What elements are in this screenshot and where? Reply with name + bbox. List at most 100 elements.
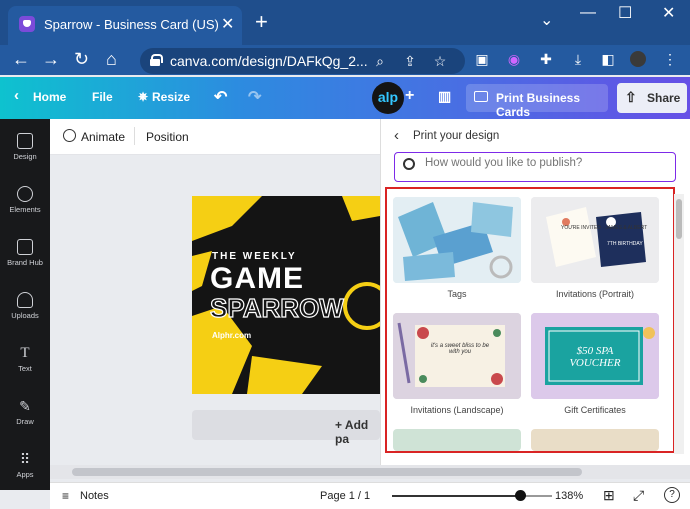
panel-scrollbar[interactable]	[674, 194, 684, 454]
bookmark-star-icon[interactable]: ☆	[432, 53, 448, 69]
maximize-icon[interactable]: ☐	[618, 3, 632, 23]
animate-icon	[63, 129, 76, 142]
page-indicator[interactable]: Page 1 / 1	[320, 490, 370, 502]
sidebar-item-uploads[interactable]: Uploads	[0, 292, 50, 320]
home-icon[interactable]: ⌂	[106, 49, 117, 70]
share-upload-icon: ⇧	[625, 89, 637, 105]
option-label-gift-certificates: Gift Certificates	[564, 405, 626, 415]
add-collaborator-icon[interactable]: +	[405, 87, 414, 105]
gift-voucher-text: $50 SPA VOUCHER	[569, 345, 621, 369]
insights-chart-icon[interactable]: ▥	[438, 88, 451, 105]
next-option-thumbnail[interactable]	[531, 429, 659, 451]
lock-icon	[150, 54, 163, 66]
canva-favicon-icon	[19, 16, 35, 32]
zoom-slider-track[interactable]	[392, 490, 552, 501]
print-design-panel: ‹ Print your design Tags	[380, 119, 690, 476]
share-button[interactable]: ⇧ Share	[617, 83, 687, 113]
forward-icon[interactable]: →	[42, 49, 60, 70]
tags-thumbnail[interactable]	[393, 197, 521, 283]
apps-grid-icon: ⠿	[19, 451, 31, 467]
sidebar-item-draw[interactable]: ✎ Draw	[0, 398, 50, 426]
close-tab-icon[interactable]: ✕	[221, 14, 234, 34]
browser-tab-strip: Sparrow - Business Card (US) ✕ + ⌄ — ☐ ✕	[0, 0, 690, 45]
business-card-design[interactable]: THE WEEKLY GAME SPARROW Alphr.com	[192, 196, 380, 394]
extension-circle-icon[interactable]: ◉	[506, 51, 522, 67]
sidebar-item-brand-hub[interactable]: Brand Hub	[0, 239, 50, 267]
publish-search-field[interactable]	[394, 152, 676, 182]
resize-button[interactable]: Resize	[152, 90, 190, 104]
zoom-slider-fill	[392, 495, 520, 497]
draw-pen-icon: ✎	[19, 398, 31, 414]
home-button[interactable]: Home	[33, 90, 66, 104]
browser-tab[interactable]: Sparrow - Business Card (US) ✕	[8, 6, 242, 45]
animate-button[interactable]: Animate	[81, 130, 125, 144]
card-line-3: SPARROW	[209, 292, 344, 323]
redo-icon[interactable]: ↷	[248, 87, 261, 107]
extension-icon[interactable]: ▣	[474, 51, 490, 67]
undo-icon[interactable]: ↶	[214, 87, 227, 107]
zoom-level[interactable]: 138%	[555, 490, 583, 502]
panel-title: Print your design	[413, 130, 500, 142]
next-option-thumbnail[interactable]	[393, 429, 521, 451]
invitations-portrait-thumbnail[interactable]: YOU'RE INVITED · JAMES & ALBERT 7TH BIRT…	[531, 197, 659, 283]
file-menu-button[interactable]: File	[92, 90, 113, 104]
sidebar-item-text[interactable]: T Text	[0, 345, 50, 373]
add-page-label: + Add pa	[335, 418, 369, 446]
card-line-1: THE WEEKLY	[212, 251, 297, 262]
notes-button[interactable]: Notes	[80, 490, 109, 502]
fullscreen-icon[interactable]: ⤢	[633, 487, 644, 504]
invitations-portrait-art	[531, 197, 659, 283]
new-tab-icon[interactable]: +	[255, 9, 268, 35]
tags-art	[393, 197, 521, 283]
chevron-down-icon[interactable]: ⌄	[540, 10, 553, 30]
chevron-left-icon[interactable]: ‹	[14, 87, 19, 104]
canva-header: ‹ Home File ✵ Resize ↶ ↷ alp + ▥ Print B…	[0, 77, 690, 119]
toolbar-divider	[134, 127, 135, 145]
editor-footer: ≡ Notes Page 1 / 1 138% ⊞ ⤢ ?	[50, 482, 690, 509]
address-bar-row: ← → ↻ ⌂ canva.com/design/DAFkQg_2... ⌕ ⇪…	[0, 45, 690, 75]
panel-scrollbar-thumb[interactable]	[676, 199, 682, 239]
position-button[interactable]: Position	[146, 130, 189, 144]
sidebar-item-apps[interactable]: ⠿ Apps	[0, 451, 50, 479]
sidebar-item-elements[interactable]: Elements	[0, 186, 50, 214]
option-label-invitations-portrait: Invitations (Portrait)	[555, 289, 635, 299]
download-icon[interactable]: ⤓	[570, 51, 586, 67]
back-chevron-icon[interactable]: ‹	[394, 127, 399, 144]
zoom-slider-handle[interactable]	[515, 490, 526, 501]
search-input[interactable]	[425, 157, 670, 169]
canvas-horizontal-scrollbar[interactable]	[50, 465, 690, 479]
url-text: canva.com/design/DAFkQg_2...	[170, 53, 368, 69]
add-page-button[interactable]: + Add pa	[192, 410, 380, 446]
sidebar-item-design[interactable]: Design	[0, 133, 50, 161]
reload-icon[interactable]: ↻	[74, 49, 89, 70]
highlighted-print-options: Tags YOU'RE INVITED · JAMES & ALBERT 7TH…	[385, 187, 675, 453]
grid-view-icon[interactable]: ⊞	[603, 487, 615, 504]
profile-avatar[interactable]	[630, 51, 646, 67]
sidebar-item-label: Uploads	[11, 311, 39, 320]
share-page-icon[interactable]: ⇪	[402, 53, 418, 69]
left-sidebar: Design Elements Brand Hub Uploads T Text …	[0, 119, 50, 490]
back-icon[interactable]: ←	[12, 49, 30, 70]
close-window-icon[interactable]: ✕	[662, 3, 675, 23]
puzzle-extensions-icon[interactable]: ✚	[538, 51, 554, 67]
invitation-landscape-text: it's a sweet bliss to be with you	[430, 343, 490, 355]
invitations-landscape-thumbnail[interactable]: it's a sweet bliss to be with you	[393, 313, 521, 399]
url-field[interactable]: canva.com/design/DAFkQg_2... ⌕ ⇪ ☆	[140, 48, 465, 74]
browser-menu-icon[interactable]: ⋮	[662, 51, 678, 67]
option-label-tags: Tags	[447, 289, 467, 299]
help-icon[interactable]: ?	[664, 487, 680, 503]
side-panel-icon[interactable]: ◧	[600, 51, 616, 67]
user-avatar[interactable]: alp	[372, 82, 404, 114]
zoom-icon[interactable]: ⌕	[372, 53, 388, 69]
text-t-icon: T	[20, 345, 30, 361]
resize-button-icon[interactable]: ✵	[138, 90, 148, 104]
share-label: Share	[647, 91, 681, 105]
notes-icon: ≡	[62, 489, 70, 503]
invitation-card-text: YOU'RE INVITED · JAMES & ALBERT	[561, 225, 648, 231]
brand-hub-icon	[17, 239, 33, 255]
gift-certificates-thumbnail[interactable]: $50 SPA VOUCHER	[531, 313, 659, 399]
horizontal-scroll-thumb[interactable]	[72, 468, 582, 476]
minimize-icon[interactable]: —	[580, 4, 596, 22]
print-business-cards-button[interactable]: Print Business Cards	[466, 84, 608, 119]
search-icon	[403, 158, 415, 170]
